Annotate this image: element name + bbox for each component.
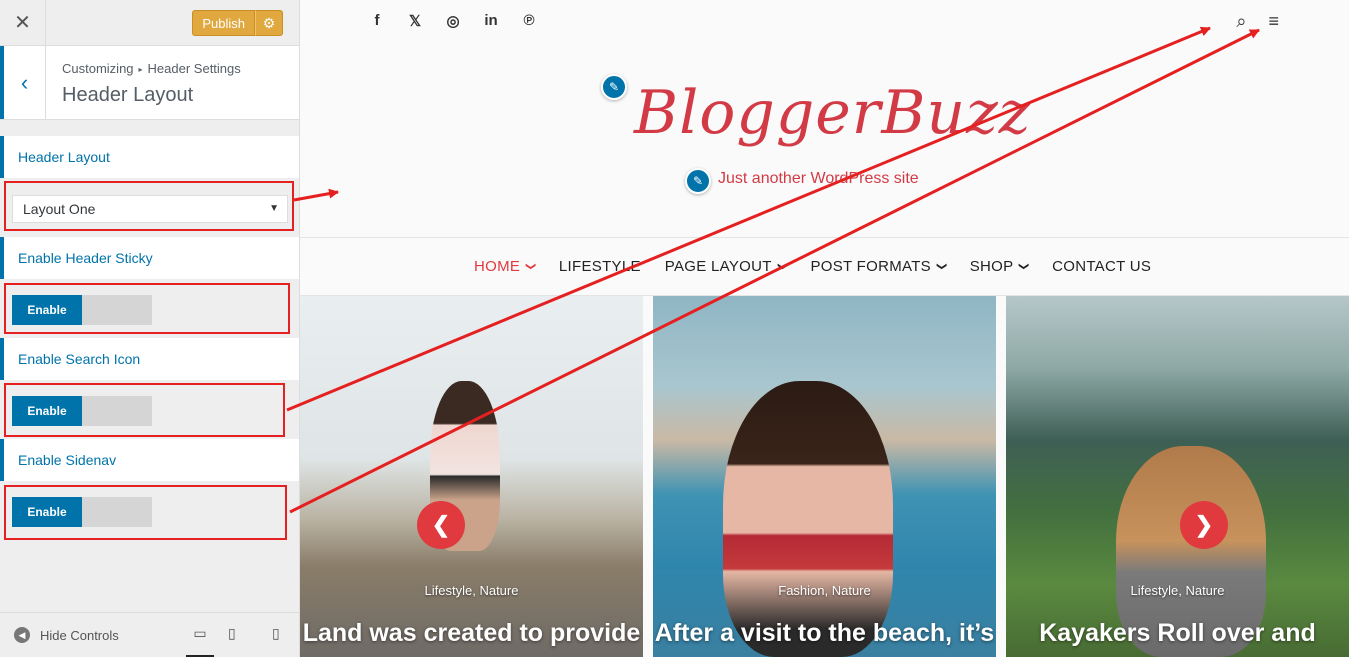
site-tagline: Just another WordPress site [718, 170, 919, 187]
top-bar: f 𝕏 ◎ in ℗ ⌕ ≡ [300, 0, 1349, 46]
slider-next-button[interactable]: ❯ [1180, 501, 1228, 549]
slide-category[interactable]: Fashion, Nature [653, 583, 996, 598]
publish-button[interactable]: Publish [192, 10, 255, 36]
nav-label: PAGE LAYOUT [664, 258, 772, 275]
edit-pencil-icon[interactable]: ✎ [601, 74, 627, 100]
slide-photo [723, 381, 893, 657]
nav-page-layout[interactable]: PAGE LAYOUT ❯ [664, 258, 788, 275]
nav-shop[interactable]: SHOP ❯ [969, 258, 1030, 275]
nav-contact-us[interactable]: CONTACT US [1052, 258, 1151, 275]
tablet-preview-icon[interactable]: ▯ [228, 625, 236, 642]
hamburger-menu-icon[interactable]: ≡ [1268, 11, 1279, 32]
linkedin-icon[interactable]: in [482, 12, 500, 30]
nav-label: POST FORMATS [810, 258, 931, 275]
hide-controls-label: Hide Controls [40, 627, 119, 643]
site-title[interactable]: BloggerBuzz [634, 78, 1031, 148]
section-title: Header Layout [62, 84, 194, 106]
desktop-preview-icon[interactable]: ▭ [186, 625, 214, 657]
section-header: ‹ Customizing ▸ Header Settings Header Lay… [0, 46, 299, 120]
breadcrumb: Customizing ▸ Header Settings [62, 61, 241, 76]
header-actions: ⌕ ≡ [1236, 11, 1279, 32]
slide-card[interactable]: Fashion, Nature After a visit to the bea… [653, 296, 996, 657]
gear-icon[interactable]: ⚙ [255, 10, 283, 36]
highlight-box [4, 485, 287, 540]
chevron-down-icon: ❯ [1018, 262, 1030, 271]
site-preview: f 𝕏 ◎ in ℗ ⌕ ≡ ✎ BloggerBuzz ✎ Just anot… [300, 0, 1349, 657]
search-icon[interactable]: ⌕ [1236, 11, 1246, 32]
breadcrumb-parent: Header Settings [147, 61, 241, 76]
nav-label: HOME [474, 258, 521, 275]
nav-home[interactable]: HOME ❯ [474, 258, 537, 275]
edit-pencil-icon[interactable]: ✎ [685, 168, 711, 194]
publish-group: Publish ⚙ [192, 10, 283, 36]
pinterest-icon[interactable]: ℗ [520, 12, 538, 30]
sidenav-label: Enable Sidenav [0, 439, 299, 481]
breadcrumb-root: Customizing [62, 61, 134, 76]
close-icon[interactable]: ✕ [0, 0, 46, 45]
slider-prev-button[interactable]: ❮ [417, 501, 465, 549]
social-links: f 𝕏 ◎ in ℗ [368, 12, 538, 30]
breadcrumb-separator-icon: ▸ [138, 65, 143, 74]
nav-label: LIFESTYLE [558, 258, 641, 275]
slide-title[interactable]: After a visit to the beach, it’s [653, 619, 996, 648]
chevron-down-icon: ❯ [525, 262, 537, 271]
slide-card[interactable]: Lifestyle, Nature Kayakers Roll over and [1006, 296, 1349, 657]
header-layout-label: Header Layout [0, 136, 299, 178]
featured-slider: Lifestyle, Nature Land was created to pr… [300, 296, 1349, 657]
customizer-footer: ◀ Hide Controls ▭ ▯ ▯ [0, 612, 299, 657]
header-sticky-label: Enable Header Sticky [0, 237, 299, 279]
twitter-icon[interactable]: 𝕏 [406, 12, 424, 30]
nav-label: SHOP [969, 258, 1014, 275]
customizer-header: ✕ Publish ⚙ [0, 0, 299, 46]
chevron-down-icon: ❯ [776, 262, 788, 271]
slide-category[interactable]: Lifestyle, Nature [300, 583, 643, 598]
search-icon-label: Enable Search Icon [0, 338, 299, 380]
mobile-preview-icon[interactable]: ▯ [272, 625, 280, 642]
slide-card[interactable]: Lifestyle, Nature Land was created to pr… [300, 296, 643, 657]
main-navigation: HOME ❯ LIFESTYLE PAGE LAYOUT ❯ POST FORMAT… [300, 237, 1349, 296]
nav-lifestyle[interactable]: LIFESTYLE [559, 258, 641, 275]
collapse-icon: ◀ [14, 627, 30, 643]
chevron-down-icon: ❯ [935, 262, 947, 271]
facebook-icon[interactable]: f [368, 12, 386, 30]
back-arrow-icon[interactable]: ‹ [0, 46, 46, 119]
hide-controls-button[interactable]: ◀ Hide Controls [14, 627, 119, 643]
customizer-sidebar: ✕ Publish ⚙ ‹ Customizing ▸ Header Setting… [0, 0, 300, 657]
slide-title[interactable]: Land was created to provide [300, 619, 643, 648]
highlight-box [4, 383, 285, 437]
slide-category[interactable]: Lifestyle, Nature [1006, 583, 1349, 598]
site-branding: ✎ BloggerBuzz ✎ Just another WordPress s… [300, 60, 1349, 200]
highlight-box [4, 283, 290, 334]
nav-label: CONTACT US [1052, 258, 1152, 275]
slide-title[interactable]: Kayakers Roll over and [1006, 619, 1349, 648]
nav-post-formats[interactable]: POST FORMATS ❯ [810, 258, 947, 275]
highlight-box [4, 181, 294, 231]
instagram-icon[interactable]: ◎ [444, 12, 462, 30]
